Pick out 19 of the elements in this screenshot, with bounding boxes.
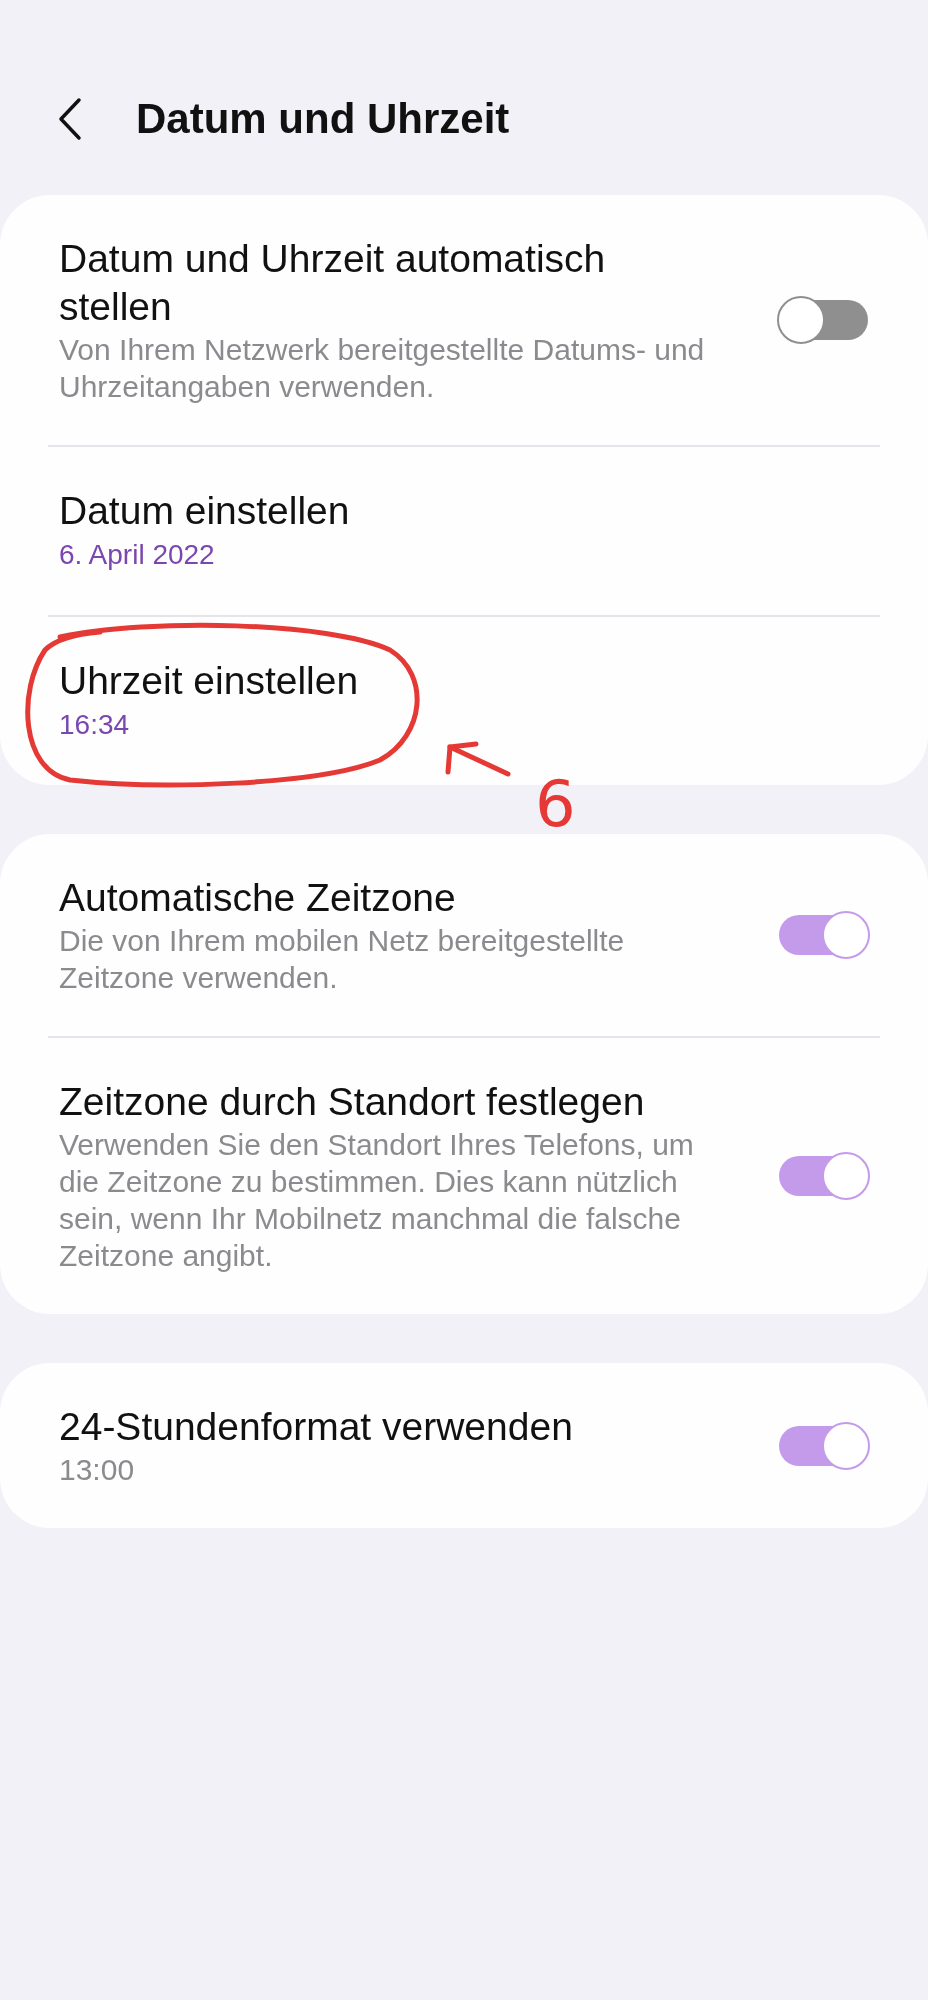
settings-row[interactable]: Zeitzone durch Standort festlegen Verwenden Sie den Standort Ihres Telefons, um die Zeitzone zu bestimmen. Dies kann nützlich sein, wenn Ihr Mobilnetz manchmal die falsche Zeitzone angibt. [48,1038,880,1314]
settings-row[interactable]: Automatische Zeitzone Die von Ihrem mobilen Netz bereitgestellte Zeitzone verwenden. [48,834,880,1038]
setting-title: Uhrzeit einstellen [59,658,360,704]
setting-description: 13:00 [59,1452,136,1488]
setting-title: 24-Stundenformat verwenden [59,1404,574,1450]
arrow-annotation [445,741,511,777]
settings-row[interactable]: 24-Stundenformat verwenden 13:00 [48,1363,880,1528]
settings-row[interactable]: Datum und Uhrzeit automatisch stellen Von Ihrem Netzwerk bereitgestellte Datums- und Uhrzeitangaben verwenden. [48,195,880,447]
setting-description: Verwenden Sie den Standort Ihres Telefons, um die Zeitzone zu bestimmen. Dies kann nützlich sein, wenn Ihr Mobilnetz manchmal die falsche Zeitzone angibt. [59,1127,695,1274]
setting-value: 16:34 [59,708,131,742]
page-title: Datum und Uhrzeit [136,95,510,143]
setting-description: Von Ihrem Netzwerk bereitgestellte Datums- und Uhrzeitangaben verwenden. [59,332,706,405]
setting-value: 6. April 2022 [59,538,216,572]
settings-row[interactable]: Datum einstellen 6. April 2022 [48,447,880,617]
setting-title: Automatische Zeitzone [59,875,457,921]
setting-title: Datum einstellen [59,488,351,534]
setting-title: Datum und Uhrzeit automatisch stellen [59,236,607,330]
setting-title: Zeitzone durch Standort festlegen [59,1079,646,1125]
setting-description: Die von Ihrem mobilen Netz bereitgestellte Zeitzone verwenden. [59,923,626,996]
